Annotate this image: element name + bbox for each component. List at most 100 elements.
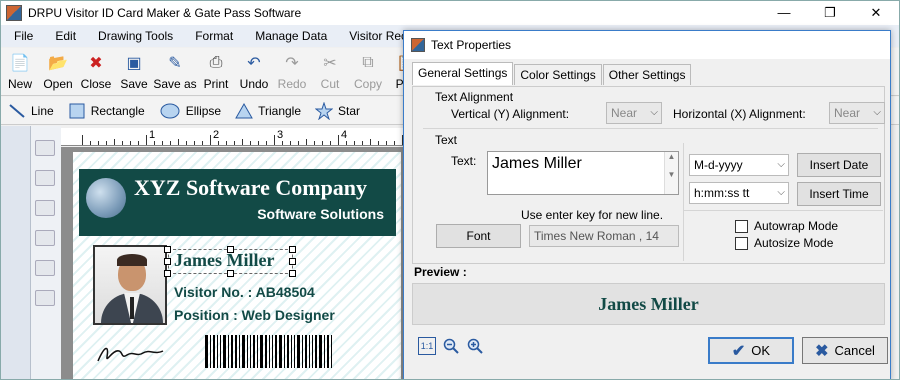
new-button[interactable]: 📄 New [1,48,39,95]
open-button[interactable]: 📂 Open [39,48,77,95]
open-label: Open [43,77,73,91]
line-label: Line [31,103,54,118]
divider [423,128,878,129]
print-button[interactable]: ⎙ Print [197,48,235,95]
group-icon[interactable] [35,140,55,156]
undo-button[interactable]: ↶ Undo [235,48,273,95]
barcode[interactable] [205,335,385,368]
card-visitor-name[interactable]: James Miller [174,250,274,271]
barcode-bar [279,335,282,368]
menu-manage-data[interactable]: Manage Data [242,29,336,43]
save-as-label: Save as [153,77,197,91]
resize-handle[interactable] [289,270,296,277]
ellipse-tool[interactable]: Ellipse [152,102,228,120]
text-group-label: Text [435,133,458,147]
globe-logo-icon [86,178,126,218]
unlock-icon[interactable] [35,230,55,246]
layer-icon[interactable] [35,260,55,276]
text-input-value: James Miller [492,155,582,172]
horizontal-alignment-select[interactable]: Near ⌵ [829,102,885,124]
ok-button[interactable]: ✔ OK [708,337,794,364]
autowrap-checkbox[interactable] [735,219,748,233]
line-tool[interactable]: Line [1,102,61,120]
zoom-in-icon[interactable] [466,337,484,355]
ruler-tick [346,141,347,145]
copy-button[interactable]: ⧉ Copy [349,48,387,95]
close-button[interactable]: ✖ Close [77,48,115,95]
ungroup-icon[interactable] [35,170,55,186]
actual-size-icon[interactable]: 1:1 [418,337,436,355]
maximize-button[interactable]: ❐ [807,1,853,25]
chevron-down-icon: ⌵ [873,107,881,118]
dialog-title: Text Properties [431,38,512,52]
menu-format[interactable]: Format [182,29,242,43]
left-rail [1,126,31,379]
minimize-button[interactable]: — [761,1,807,25]
visitor-position[interactable]: Position : Web Designer [174,307,335,323]
tab-color-settings[interactable]: Color Settings [514,64,602,85]
id-card[interactable]: XYZ Software Company Software Solutions … [73,152,401,379]
date-format-select[interactable]: M-d-yyyy ⌵ [689,154,789,176]
barcode-bar [287,335,289,368]
cancel-button[interactable]: ✖ Cancel [802,337,888,364]
app-logo-icon [6,5,22,21]
insert-date-button[interactable]: Insert Date [797,153,881,177]
page-icon[interactable] [35,290,55,306]
resize-handle[interactable] [164,270,171,277]
font-button[interactable]: Font [436,224,521,248]
barcode-bar [210,335,211,368]
text-scrollbar[interactable]: ▲ ▼ [664,152,678,194]
ruler-tick [322,141,323,145]
tab-other-settings[interactable]: Other Settings [602,64,692,85]
barcode-bar [220,335,221,368]
menu-edit[interactable]: Edit [42,29,85,43]
barcode-bar [250,335,251,368]
barcode-bar [253,335,255,368]
insert-time-button[interactable]: Insert Time [797,182,881,206]
scissors-icon: ✂ [323,55,337,72]
menu-file[interactable]: File [1,29,42,43]
resize-handle[interactable] [289,246,296,253]
ruler-tick [330,141,331,145]
ruler-tick [98,141,99,145]
cut-button[interactable]: ✂ Cut [311,48,349,95]
close-window-button[interactable]: ✕ [853,1,899,25]
visitor-number[interactable]: Visitor No. : AB48504 [174,284,315,300]
rectangle-tool[interactable]: Rectangle [61,102,152,120]
autosize-checkbox[interactable] [735,236,748,250]
autowrap-mode-option[interactable]: Autowrap Mode [735,219,838,233]
date-format-value: M-d-yyyy [694,158,743,172]
redo-button[interactable]: ↷ Redo [273,48,311,95]
ruler-tick [250,141,251,145]
ruler-tick [378,141,379,145]
barcode-bar [275,335,277,368]
save-as-icon: ✎ [168,55,182,72]
dialog-app-icon [411,38,425,52]
barcode-bar [309,335,310,368]
tab-general-settings[interactable]: General Settings [412,62,514,85]
vertical-alignment-select[interactable]: Near ⌵ [606,102,662,124]
autosize-mode-option[interactable]: Autosize Mode [735,236,833,250]
ruler-tick [226,141,227,145]
menu-drawing-tools[interactable]: Drawing Tools [85,29,182,43]
zoom-out-icon[interactable] [442,337,460,355]
resize-handle[interactable] [289,258,296,265]
ruler-tick [394,141,395,145]
new-line-hint: Use enter key for new line. [521,208,664,222]
save-button[interactable]: ▣ Save [115,48,153,95]
lock-icon[interactable] [35,200,55,216]
new-file-icon: 📄 [10,55,30,72]
folder-open-icon: 📂 [48,55,68,72]
visitor-photo[interactable] [93,245,167,325]
resize-handle[interactable] [164,258,171,265]
star-tool[interactable]: Star [308,101,367,120]
signature-image[interactable] [95,337,165,367]
barcode-bar [319,335,322,368]
resize-handle[interactable] [164,246,171,253]
save-as-button[interactable]: ✎ Save as [153,48,197,95]
text-input[interactable]: James Miller ▲ ▼ [487,151,679,195]
triangle-tool[interactable]: Triangle [228,102,308,120]
ruler-tick [234,141,235,145]
time-format-select[interactable]: h:mm:ss tt ⌵ [689,182,789,204]
resize-handle[interactable] [227,270,234,277]
